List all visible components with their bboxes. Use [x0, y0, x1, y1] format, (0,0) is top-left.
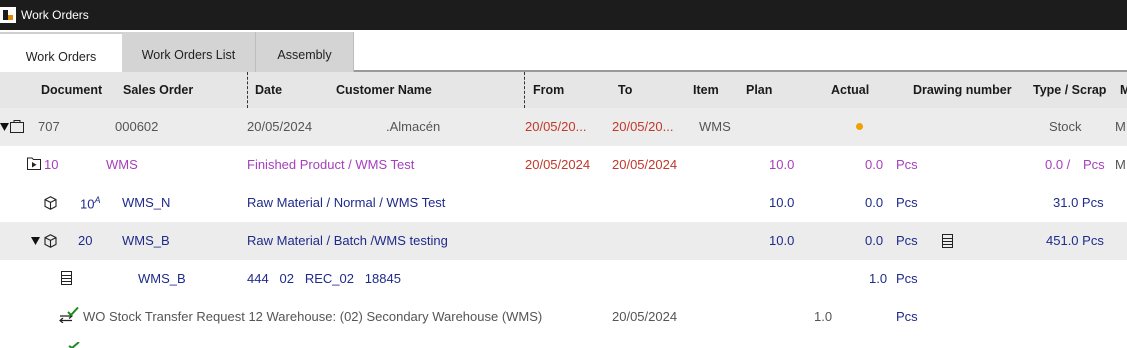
tab-work-orders-list[interactable]: Work Orders List	[122, 32, 256, 72]
table-row-raw-material-batch[interactable]: 20 WMS_B Raw Material / Batch /WMS testi…	[0, 222, 1127, 260]
product-plan: 10.0	[769, 157, 795, 172]
table-row-work-order[interactable]: 707 000602 20/05/2024 .Almacén 20/05/20.…	[0, 108, 1127, 146]
triangle-down-icon[interactable]	[0, 123, 9, 131]
tab-bar: Work Orders Work Orders List Assembly	[0, 30, 1127, 72]
transfer-description: WO Stock Transfer Request 12 Warehouse: …	[83, 309, 543, 324]
title-bar: Work Orders	[0, 0, 1127, 30]
col-customer-name[interactable]: Customer Name	[336, 83, 432, 97]
product-line: 10	[44, 157, 59, 172]
product-scrap-value: 0.0 /	[1045, 157, 1071, 172]
product-to: 20/05/2024	[612, 157, 678, 172]
wo-type: Stock	[1049, 119, 1082, 134]
column-divider[interactable]	[524, 72, 525, 108]
folder-play-icon	[27, 157, 41, 170]
col-to[interactable]: To	[618, 83, 632, 97]
list-icon[interactable]	[942, 234, 953, 248]
col-overflow[interactable]: M	[1120, 83, 1127, 97]
detail-unit: Pcs	[896, 271, 918, 286]
check-icon	[68, 342, 80, 348]
table-row-finished-product[interactable]: 10 WMS Finished Product / WMS Test 20/05…	[0, 146, 1127, 184]
batch-actual: 0.0	[865, 233, 884, 248]
wo-from: 20/05/20...	[525, 119, 587, 134]
transfer-unit: Pcs	[896, 309, 918, 324]
normal-plan: 10.0	[769, 195, 795, 210]
cube-icon	[44, 196, 57, 210]
window-title: Work Orders	[21, 8, 89, 22]
wo-to: 20/05/20...	[612, 119, 674, 134]
cube-icon	[44, 234, 57, 248]
col-drawing-number[interactable]: Drawing number	[913, 83, 1012, 97]
normal-scrap: 31.0 Pcs	[1053, 195, 1104, 210]
col-actual[interactable]: Actual	[831, 83, 869, 97]
product-overflow: M	[1115, 157, 1126, 172]
triangle-down-icon[interactable]	[31, 237, 40, 245]
product-unit: Pcs	[896, 157, 918, 172]
product-description: Finished Product / WMS Test	[247, 157, 415, 172]
transfer-arrows-check-icon	[59, 307, 79, 323]
tab-work-orders[interactable]: Work Orders	[0, 32, 122, 72]
col-sales-order[interactable]: Sales Order	[123, 83, 193, 97]
normal-item: WMS_N	[122, 195, 171, 210]
product-scrap-unit: Pcs	[1083, 157, 1105, 172]
normal-line: 10A	[80, 195, 101, 212]
batch-plan: 10.0	[769, 233, 795, 248]
detail-item: WMS_B	[138, 271, 186, 286]
column-header: Document Sales Order Date Customer Name …	[0, 72, 1127, 108]
product-from: 20/05/2024	[525, 157, 591, 172]
col-from[interactable]: From	[533, 83, 564, 97]
app-logo-icon	[0, 7, 16, 23]
normal-actual: 0.0	[865, 195, 884, 210]
transfer-date: 20/05/2024	[612, 309, 678, 324]
column-divider[interactable]	[247, 72, 248, 108]
batch-item: WMS_B	[122, 233, 170, 248]
batch-unit: Pcs	[896, 233, 918, 248]
list-icon	[61, 271, 72, 285]
col-plan[interactable]: Plan	[746, 83, 772, 97]
product-item: WMS	[106, 157, 138, 172]
wo-customer: .Almacén	[386, 119, 441, 134]
batch-description: Raw Material / Batch /WMS testing	[247, 233, 448, 248]
table-row-stock-transfer[interactable]: WO Stock Transfer Request 12 Warehouse: …	[0, 298, 1127, 336]
status-dot	[856, 123, 863, 130]
detail-actual: 1.0	[869, 271, 888, 286]
table-row-raw-material-normal[interactable]: 10A WMS_N Raw Material / Normal / WMS Te…	[0, 184, 1127, 222]
col-type-scrap[interactable]: Type / Scrap	[1033, 83, 1106, 97]
col-date[interactable]: Date	[255, 83, 282, 97]
normal-description: Raw Material / Normal / WMS Test	[247, 195, 446, 210]
table-row-batch-detail[interactable]: WMS_B 444 02 REC_02 18845 1.0 Pcs	[0, 260, 1127, 298]
normal-unit: Pcs	[896, 195, 918, 210]
wo-item: WMS	[699, 119, 731, 134]
folder-icon	[10, 120, 24, 133]
wo-date: 20/05/2024	[247, 119, 313, 134]
wo-sales-order: 000602	[115, 119, 159, 134]
col-item[interactable]: Item	[693, 83, 719, 97]
product-actual: 0.0	[865, 157, 884, 172]
batch-line: 20	[78, 233, 93, 248]
tab-assembly[interactable]: Assembly	[256, 32, 354, 72]
detail-batch-info: 444 02 REC_02 18845	[247, 271, 401, 286]
batch-scrap: 451.0 Pcs	[1046, 233, 1104, 248]
transfer-plan: 1.0	[814, 309, 833, 324]
wo-overflow: M	[1115, 119, 1126, 134]
col-document[interactable]: Document	[41, 83, 102, 97]
wo-document: 707	[38, 119, 60, 134]
